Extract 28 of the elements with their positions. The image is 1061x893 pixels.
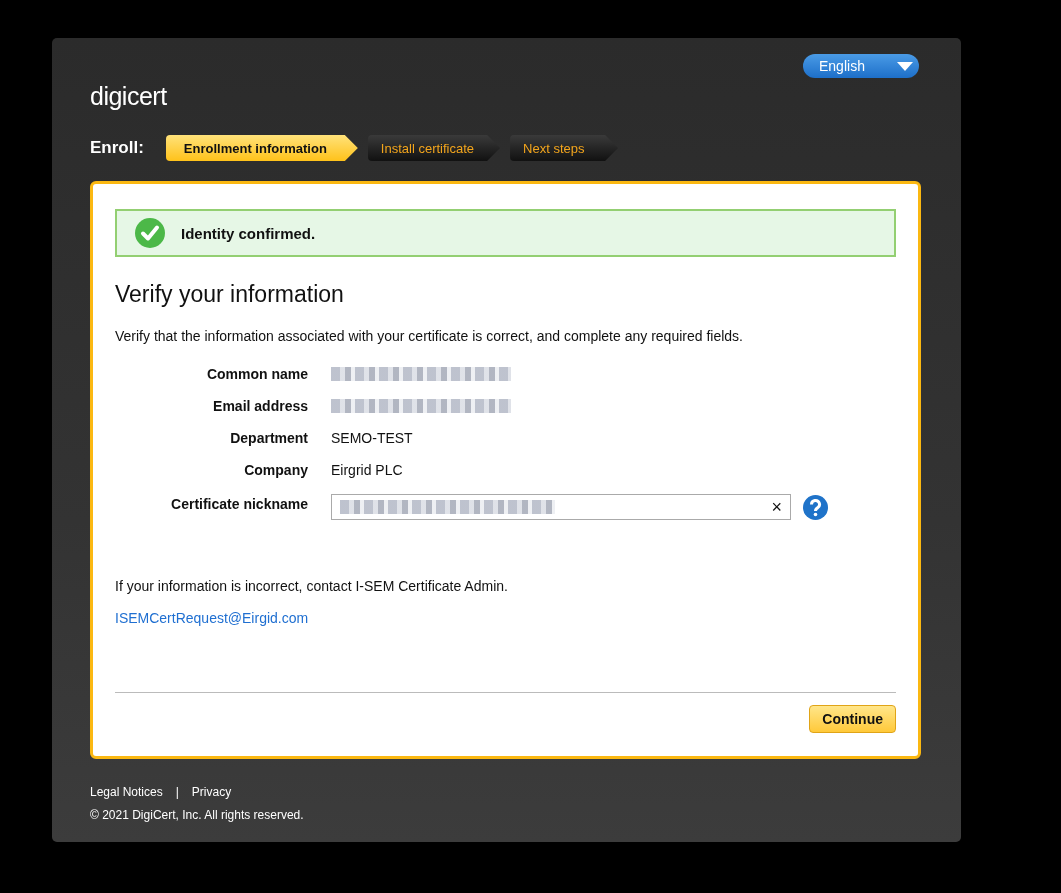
field-label: Certificate nickname [170, 496, 308, 512]
page-heading: Verify your information [115, 281, 345, 308]
field-value: Eirgrid PLC [331, 462, 404, 478]
email-link[interactable]: ISEMCertRequest@Eirgid.com [115, 610, 309, 626]
footer-link[interactable]: Legal Notices [90, 785, 163, 799]
field-label: Email address [212, 398, 308, 414]
logo: digicert [90, 82, 167, 111]
input-field[interactable]: × [331, 494, 791, 520]
clear-button[interactable]: × [771, 496, 782, 518]
help-icon[interactable] [803, 494, 828, 520]
language-dropdown[interactable]: English [803, 54, 919, 78]
separator: | [175, 785, 179, 799]
caret-icon [897, 61, 913, 71]
field-label: Common name [205, 366, 308, 382]
steps-label: Enroll: [90, 138, 144, 158]
field-value: SEMO-TEST [331, 430, 414, 446]
field-label: Company [243, 462, 308, 478]
checkmark-icon [135, 218, 165, 248]
intro-text: Verify that the information associated with your certificate is correct, and complete any required fields. [115, 328, 744, 344]
step-tab[interactable]: Install certificate [367, 135, 501, 161]
step-tab[interactable]: Next steps [510, 135, 619, 161]
continue-button[interactable]: Continue [809, 705, 896, 733]
footer-link[interactable]: Privacy [191, 785, 232, 799]
field-label: Department [229, 430, 308, 446]
step-tab[interactable]: Enrollment information [165, 135, 358, 161]
contact-note: If your information is incorrect, contact I-SEM Certificate Admin. [115, 578, 509, 594]
banner-text: Identity confirmed. [181, 224, 316, 242]
copyright: © 2021 DigiCert, Inc. All rights reserved. [90, 808, 305, 822]
